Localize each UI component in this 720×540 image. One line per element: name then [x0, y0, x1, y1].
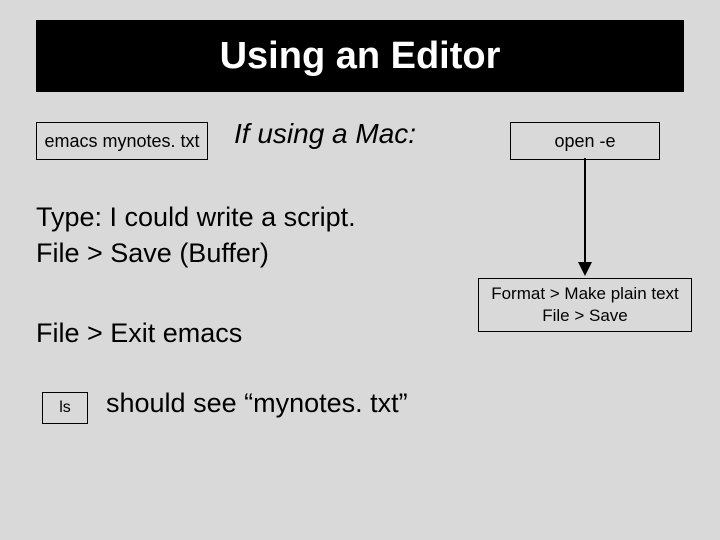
- arrow-head-icon: [578, 262, 592, 276]
- mac-label: If using a Mac:: [234, 118, 416, 150]
- slide: Using an Editor emacs mynotes. txt If us…: [0, 0, 720, 540]
- slide-title: Using an Editor: [36, 20, 684, 92]
- format-instructions-box: Format > Make plain text File > Save: [478, 278, 692, 332]
- open-command-box: open -e: [510, 122, 660, 160]
- emacs-command-box: emacs mynotes. txt: [36, 122, 208, 160]
- instruction-exit: File > Exit emacs: [36, 318, 242, 349]
- ls-result-text: should see “mynotes. txt”: [106, 388, 408, 419]
- instruction-save: File > Save (Buffer): [36, 238, 269, 269]
- arrow-line: [584, 158, 586, 266]
- format-line-2: File > Save: [542, 305, 628, 327]
- format-line-1: Format > Make plain text: [491, 283, 679, 305]
- ls-command-box: ls: [42, 392, 88, 424]
- instruction-type: Type: I could write a script.: [36, 202, 356, 233]
